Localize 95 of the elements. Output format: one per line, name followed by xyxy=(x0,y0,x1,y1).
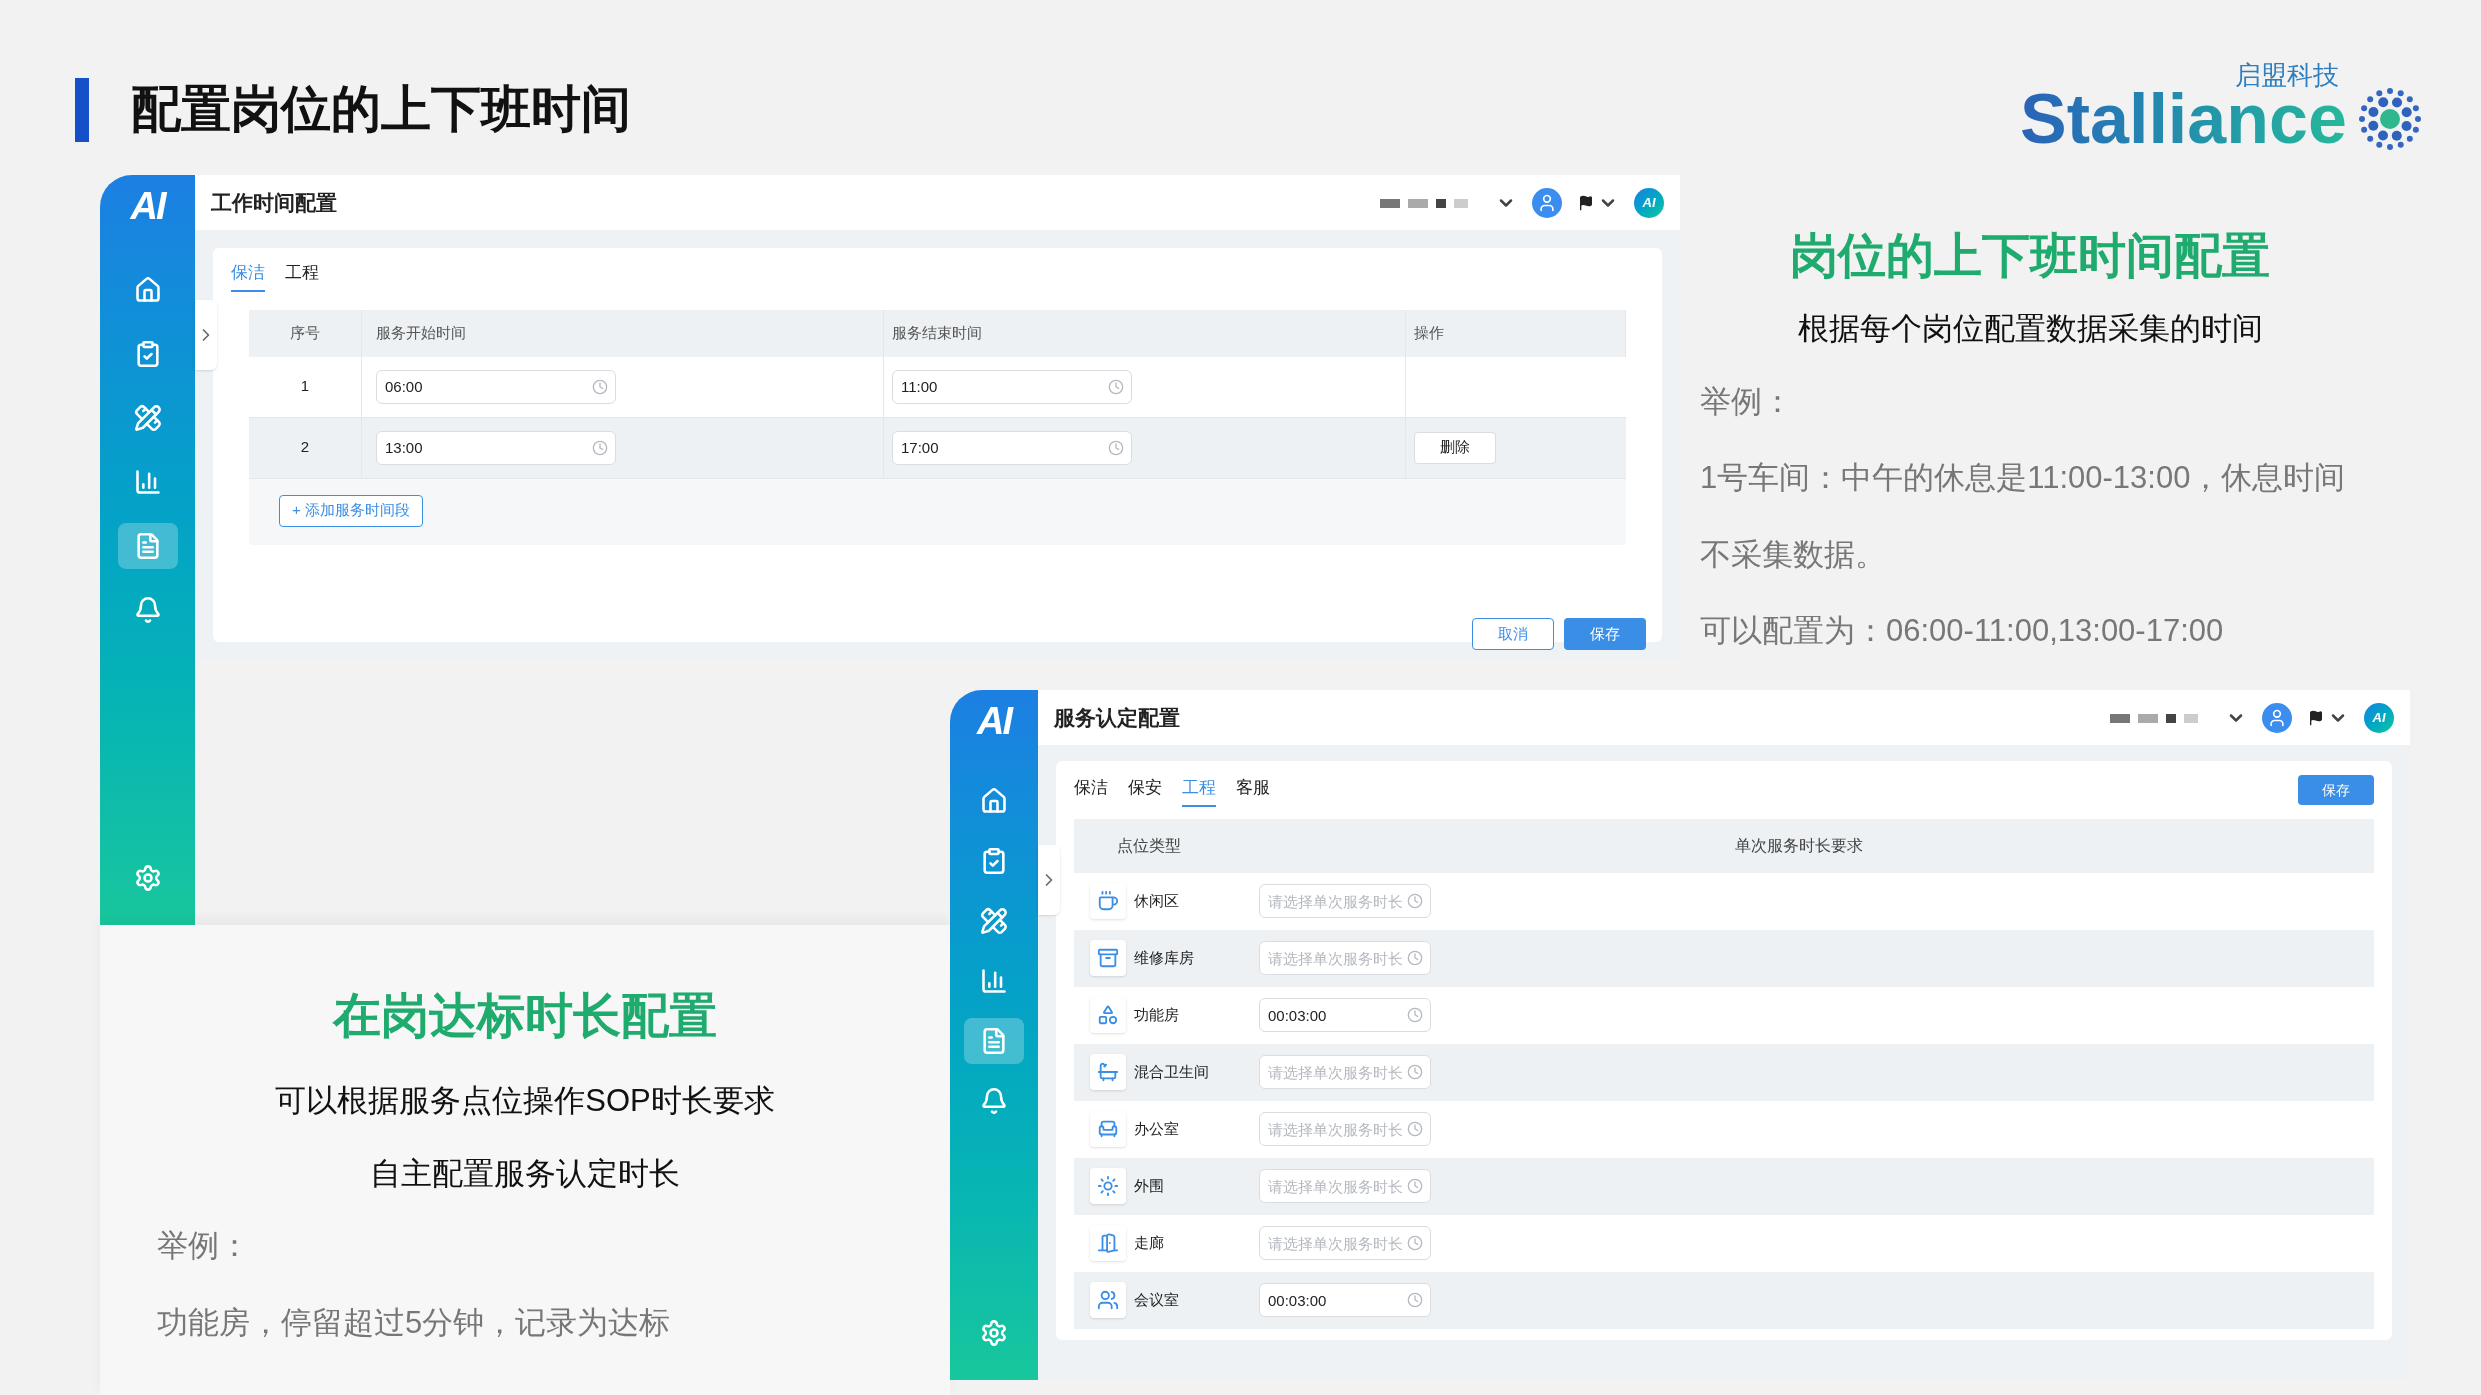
bathtub-icon xyxy=(1097,1061,1119,1083)
people-icon xyxy=(1097,1289,1119,1311)
door-icon xyxy=(1097,1232,1119,1254)
settings-icon xyxy=(133,864,162,892)
column-header: 服务结束时间 xyxy=(892,322,982,343)
time-field[interactable]: 13:00 xyxy=(376,430,616,465)
point-type-name: 休闲区 xyxy=(1134,890,1180,911)
clock-icon xyxy=(1407,1121,1423,1137)
section-summary: 根据每个岗位配置数据采集的时间 xyxy=(1797,310,2263,348)
bell-icon xyxy=(133,596,162,624)
armchair-icon xyxy=(1097,1118,1119,1140)
clock-icon xyxy=(592,378,608,395)
example-text: 1号车间：中午的休息是11:00-13:00，休息时间 xyxy=(1700,459,2347,497)
time-field[interactable]: 请选择单次服务时长 xyxy=(1259,1112,1431,1146)
section-summary: 可以根据服务点位操作SOP时长要求 xyxy=(275,1082,775,1120)
title-accent-bar xyxy=(75,77,89,142)
point-type-name: 办公室 xyxy=(1134,1118,1180,1139)
section-summary: 自主配置服务认定时长 xyxy=(370,1154,680,1193)
app-logo: AI xyxy=(976,702,1012,740)
table-cell-text: 1 xyxy=(300,376,310,397)
point-type-name: 会议室 xyxy=(1134,1289,1180,1310)
point-type-name: 外围 xyxy=(1134,1175,1165,1196)
bar-chart-icon xyxy=(980,967,1008,995)
time-field[interactable]: 06:00 xyxy=(376,369,616,404)
time-field[interactable]: 请选择单次服务时长 xyxy=(1259,1169,1431,1203)
tab[interactable]: 保洁 xyxy=(1074,775,1108,807)
delete-button[interactable]: 删除 xyxy=(1414,431,1496,464)
bell-icon xyxy=(980,1087,1008,1115)
example-text: 可以配置为：06:00-11:00,13:00-17:00 xyxy=(1700,612,2225,650)
column-header: 序号 xyxy=(290,322,320,343)
point-type-name: 功能房 xyxy=(1134,1004,1180,1025)
sidebar-item[interactable] xyxy=(117,523,178,569)
sun-icon xyxy=(1097,1175,1119,1197)
clock-icon xyxy=(1407,1235,1423,1251)
page-title: 服务认定配置 xyxy=(1054,704,1180,731)
coffee-cup-icon xyxy=(1097,890,1119,912)
section-heading: 岗位的上下班时间配置 xyxy=(1790,228,2270,284)
time-field[interactable]: 11:00 xyxy=(892,369,1132,404)
time-field[interactable]: 00:03:00 xyxy=(1259,1283,1431,1317)
flag-icon xyxy=(2308,709,2324,726)
shapes-icon xyxy=(1097,1004,1119,1026)
slide-title: 配置岗位的上下班时间 xyxy=(131,80,631,139)
clock-icon xyxy=(592,439,608,456)
tab[interactable]: 客服 xyxy=(1236,775,1270,807)
time-field[interactable]: 请选择单次服务时长 xyxy=(1259,941,1431,975)
cancel-button[interactable]: 取消 xyxy=(1472,618,1554,650)
point-type-name: 混合卫生间 xyxy=(1134,1061,1210,1082)
example-label: 举例： xyxy=(1700,382,1794,421)
home-icon xyxy=(133,276,162,304)
example-text: 不采集数据。 xyxy=(1700,535,1887,574)
collapse-handle[interactable] xyxy=(1038,845,1060,915)
flag-icon xyxy=(1578,194,1594,211)
clock-icon xyxy=(1108,378,1124,395)
bar-chart-icon xyxy=(133,468,162,496)
app-logo: AI xyxy=(2364,702,2394,733)
pencil-ruler-icon xyxy=(980,907,1008,935)
document-icon xyxy=(980,1027,1008,1055)
clock-icon xyxy=(1407,1064,1423,1080)
tab[interactable]: 保安 xyxy=(1128,775,1162,807)
time-field[interactable]: 请选择单次服务时长 xyxy=(1259,1055,1431,1089)
point-type-name: 走廊 xyxy=(1134,1232,1165,1253)
clock-icon xyxy=(1407,893,1423,909)
app-logo: AI xyxy=(1634,187,1664,218)
column-header: 服务开始时间 xyxy=(376,322,466,343)
time-field[interactable]: 00:03:00 xyxy=(1259,998,1431,1032)
pencil-ruler-icon xyxy=(133,404,162,432)
user-avatar[interactable] xyxy=(1532,187,1562,218)
clock-icon xyxy=(1407,950,1423,966)
clock-icon xyxy=(1407,1007,1423,1023)
home-icon xyxy=(980,787,1008,815)
column-header: 单次服务时长要求 xyxy=(1735,835,1863,856)
collapse-handle[interactable] xyxy=(195,300,217,370)
time-field[interactable]: 17:00 xyxy=(892,430,1132,465)
section-heading: 在岗达标时长配置 xyxy=(333,988,717,1044)
table-cell-text: 2 xyxy=(300,437,310,458)
clock-icon xyxy=(1407,1178,1423,1194)
point-type-name: 维修库房 xyxy=(1134,947,1195,968)
column-header: 点位类型 xyxy=(1117,835,1181,856)
archive-box-icon xyxy=(1097,947,1119,969)
time-field[interactable]: 请选择单次服务时长 xyxy=(1259,884,1431,918)
example-text: 功能房，停留超过5分钟，记录为达标 xyxy=(157,1303,672,1342)
tab[interactable]: 保洁 xyxy=(231,260,265,292)
clock-icon xyxy=(1407,1292,1423,1308)
page-title: 工作时间配置 xyxy=(211,189,337,216)
settings-icon xyxy=(980,1319,1008,1347)
time-field[interactable]: 请选择单次服务时长 xyxy=(1259,1226,1431,1260)
clipboard-check-icon xyxy=(980,847,1008,875)
tab[interactable]: 工程 xyxy=(285,260,319,292)
clock-icon xyxy=(1108,439,1124,456)
user-avatar[interactable] xyxy=(2262,702,2292,733)
add-time-slot-button[interactable]: + 添加服务时间段 xyxy=(279,494,423,527)
column-header: 操作 xyxy=(1414,322,1444,343)
example-label: 举例： xyxy=(157,1227,251,1265)
sidebar-item[interactable] xyxy=(964,1018,1024,1064)
app-logo: AI xyxy=(130,187,165,225)
